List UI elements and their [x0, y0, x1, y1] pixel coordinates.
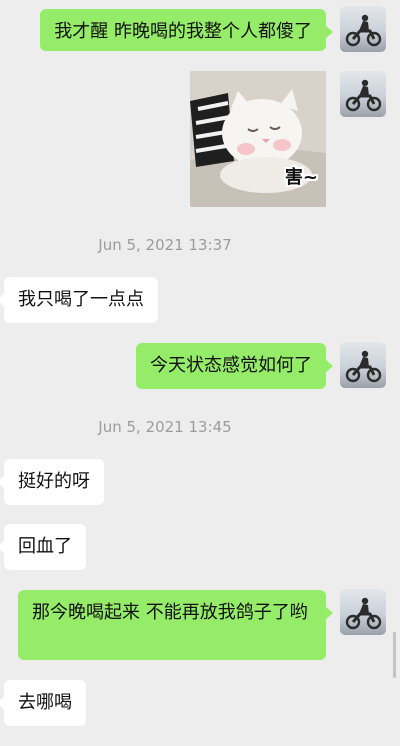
message-row: 回血了 — [0, 524, 400, 570]
user-avatar[interactable] — [340, 71, 386, 117]
motorcycle-rider-avatar-icon — [345, 14, 382, 47]
message-bubble-received[interactable]: 挺好的呀 — [0, 459, 104, 505]
message-bubble-sent[interactable]: 我才醒 昨晚喝的我整个人都傻了 — [40, 9, 333, 51]
motorcycle-rider-avatar-icon — [345, 597, 382, 630]
chat-view: 我才醒 昨晚喝的我整个人都傻了 害~ Jun 5, 2021 13:37 我只喝… — [0, 0, 400, 746]
message-row: 害~ — [0, 71, 400, 209]
timestamp: Jun 5, 2021 13:37 — [98, 236, 232, 254]
message-bubble-received[interactable]: 我只喝了一点点 — [0, 277, 158, 323]
message-row: 我只喝了一点点 — [0, 277, 400, 323]
message-bubble-sent[interactable]: 今天状态感觉如何了 — [136, 343, 333, 389]
message-bubble-sent[interactable]: 那今晚喝起来 不能再放我鸽子了哟 — [18, 590, 333, 660]
message-bubble-received[interactable]: 回血了 — [0, 524, 86, 570]
message-bubble-received[interactable]: 去哪喝 — [0, 680, 86, 726]
sticker-message[interactable]: 害~ — [190, 71, 326, 207]
message-row: 去哪喝 — [0, 680, 400, 726]
timestamp: Jun 5, 2021 13:45 — [98, 418, 232, 436]
message-row: 我才醒 昨晚喝的我整个人都傻了 — [0, 6, 400, 54]
sticker-caption: 害~ — [284, 167, 318, 188]
user-avatar[interactable] — [340, 589, 386, 635]
scrollbar[interactable] — [393, 632, 396, 678]
user-avatar[interactable] — [340, 342, 386, 388]
message-row: 今天状态感觉如何了 — [0, 342, 400, 390]
motorcycle-rider-avatar-icon — [345, 79, 382, 112]
user-avatar[interactable] — [340, 6, 386, 52]
message-row: 那今晚喝起来 不能再放我鸽子了哟 — [0, 589, 400, 661]
message-row: 挺好的呀 — [0, 459, 400, 505]
motorcycle-rider-avatar-icon — [345, 350, 382, 383]
